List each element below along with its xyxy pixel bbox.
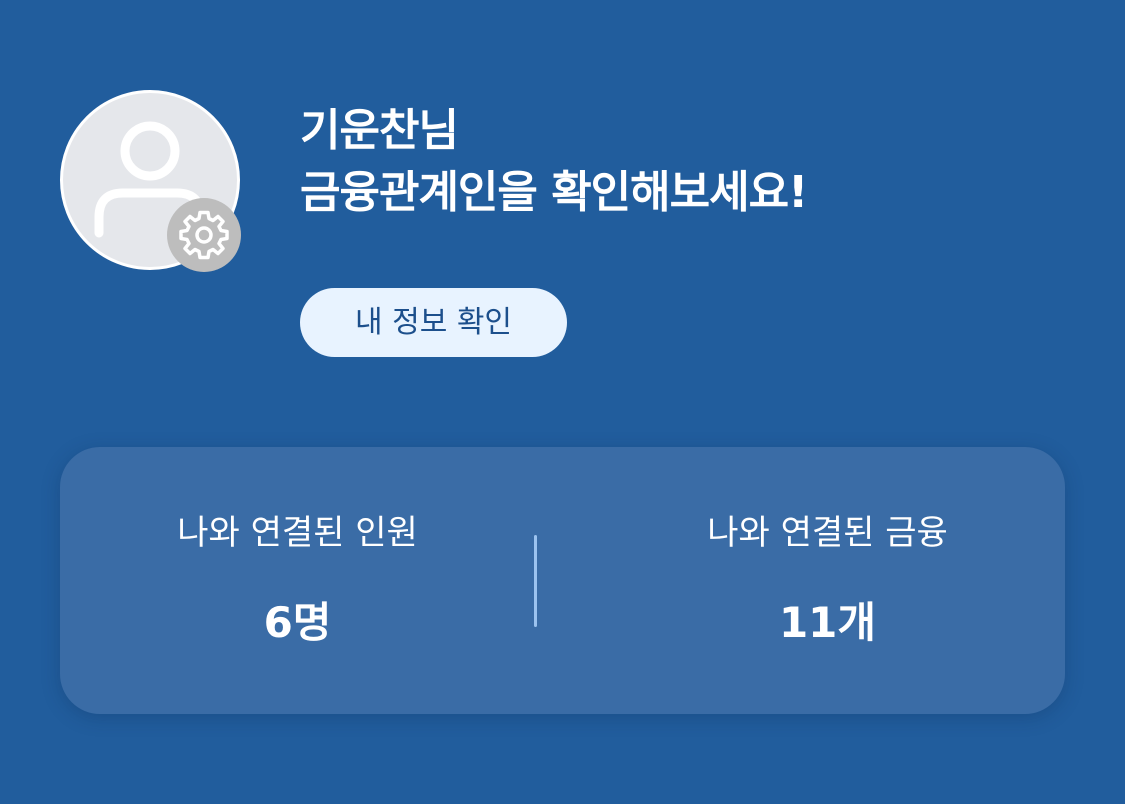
my-info-button[interactable]: 내 정보 확인: [300, 288, 567, 357]
greeting-name: 기운찬님: [300, 105, 459, 156]
connected-finance-label: 나와 연결된 금융: [707, 513, 948, 553]
greeting-text: 기운찬님 금융관계인을 확인해보세요!: [300, 100, 808, 224]
stats-divider: [534, 535, 537, 627]
greeting-message: 금융관계인을 확인해보세요!: [300, 167, 808, 218]
settings-button[interactable]: [167, 198, 241, 272]
gear-icon: [179, 210, 229, 260]
connected-people-stat[interactable]: 나와 연결된 인원 6명: [60, 447, 535, 714]
connected-finance-count: 11개: [778, 598, 877, 647]
connected-finance-stat[interactable]: 나와 연결된 금융 11개: [590, 447, 1065, 714]
connection-stats-card: 나와 연결된 인원 6명 나와 연결된 금융 11개: [60, 447, 1065, 714]
profile-section: 기운찬님 금융관계인을 확인해보세요! 내 정보 확인: [0, 0, 1125, 400]
connected-people-count: 6명: [263, 598, 332, 647]
connected-people-label: 나와 연결된 인원: [177, 513, 418, 553]
